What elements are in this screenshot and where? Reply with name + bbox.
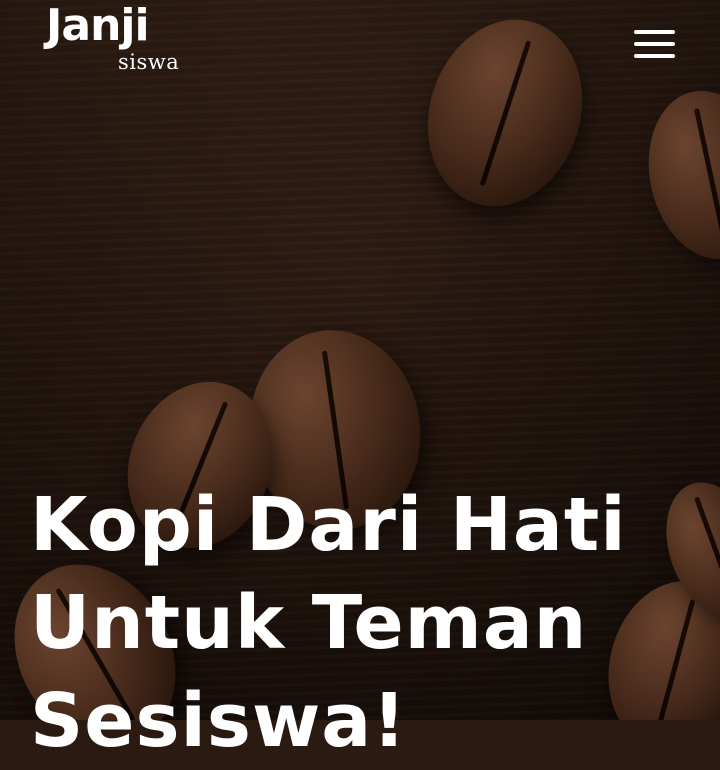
menu-bar — [634, 30, 675, 34]
hero-title-line: Kopi Dari Hati — [30, 482, 627, 568]
menu-bar — [634, 42, 675, 46]
menu-bar — [634, 54, 675, 58]
hero-title: Kopi Dari Hati Untuk Teman Sesiswa! — [30, 476, 710, 770]
coffee-bean-image — [633, 79, 720, 271]
hero-title-line: Sesiswa! — [30, 678, 407, 764]
hamburger-menu-icon[interactable] — [630, 24, 680, 64]
site-header: Janji siswa — [0, 0, 720, 90]
brand-logo[interactable]: Janji siswa — [46, 4, 206, 80]
hero-title-line: Untuk Teman — [30, 580, 588, 666]
logo-wordmark: Janji — [46, 0, 150, 51]
logo-subtitle: siswa — [118, 50, 180, 74]
